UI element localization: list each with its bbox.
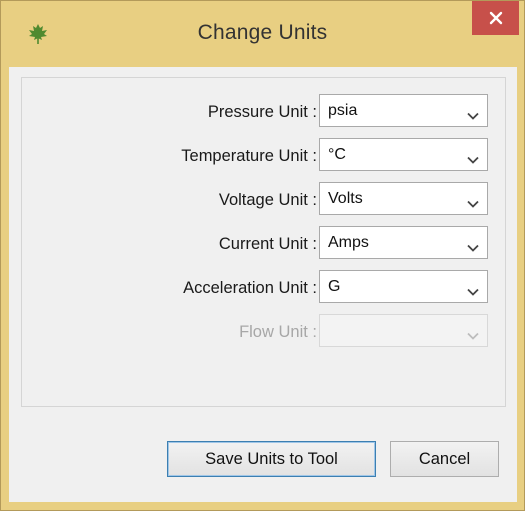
voltage-unit-label: Voltage Unit :: [218, 191, 317, 209]
cancel-button[interactable]: Cancel: [390, 441, 499, 477]
voltage-unit-select[interactable]: Volts: [319, 182, 488, 215]
chevron-down-icon: [467, 239, 479, 252]
flow-unit-label: Flow Unit :: [239, 323, 317, 341]
acceleration-unit-select[interactable]: G: [319, 270, 488, 303]
current-unit-label: Current Unit :: [218, 235, 317, 253]
acceleration-unit-value: G: [328, 278, 341, 295]
save-units-button[interactable]: Save Units to Tool: [167, 441, 376, 477]
acceleration-unit-label: Acceleration Unit :: [183, 279, 317, 297]
pressure-unit-label: Pressure Unit :: [207, 103, 317, 121]
title-bar[interactable]: Change Units: [1, 1, 524, 67]
pressure-unit-select[interactable]: psia: [319, 94, 488, 127]
chevron-down-icon: [467, 151, 479, 164]
temperature-unit-value: °C: [328, 146, 346, 163]
close-button[interactable]: [472, 1, 519, 35]
chevron-down-icon: [467, 195, 479, 208]
flow-unit-select[interactable]: [319, 314, 488, 347]
change-units-dialog: Change Units Pressure Unit : psia Temper…: [0, 0, 525, 511]
pressure-unit-value: psia: [328, 102, 358, 119]
temperature-unit-select[interactable]: °C: [319, 138, 488, 171]
current-unit-value: Amps: [328, 234, 369, 251]
chevron-down-icon: [467, 327, 479, 340]
dialog-client-area: Pressure Unit : psia Temperature Unit : …: [9, 67, 517, 502]
temperature-unit-label: Temperature Unit :: [181, 147, 317, 165]
chevron-down-icon: [467, 283, 479, 296]
units-group-box: Pressure Unit : psia Temperature Unit : …: [21, 77, 506, 407]
chevron-down-icon: [467, 107, 479, 120]
voltage-unit-value: Volts: [328, 190, 363, 207]
window-title: Change Units: [197, 21, 328, 44]
current-unit-select[interactable]: Amps: [319, 226, 488, 259]
close-icon: [489, 11, 503, 25]
